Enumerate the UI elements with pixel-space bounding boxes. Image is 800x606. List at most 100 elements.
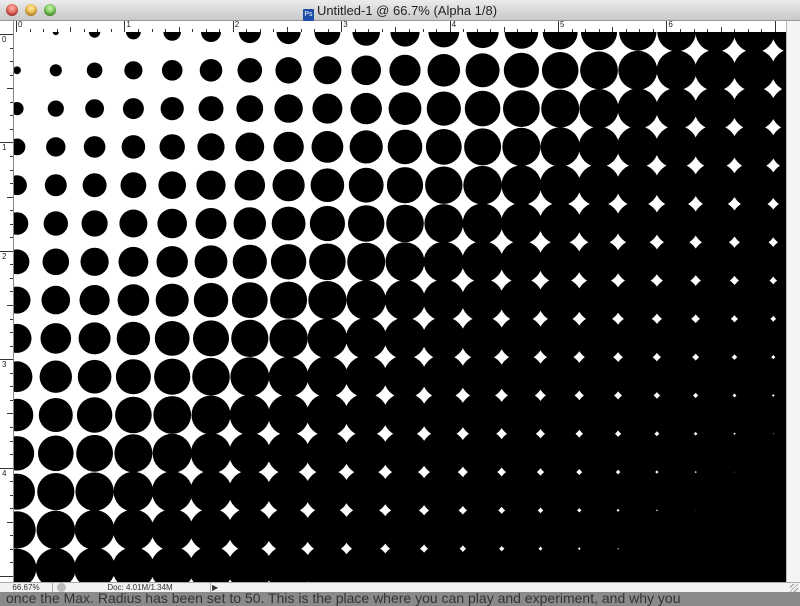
halftone-dot <box>232 282 268 318</box>
ruler-tick <box>7 88 13 89</box>
halftone-dot <box>577 202 620 245</box>
halftone-dot <box>655 163 699 207</box>
halftone-dot <box>14 139 25 156</box>
halftone-dot <box>273 169 305 201</box>
background-page-text: once the Max. Radius has been set to 50.… <box>6 590 680 606</box>
ruler-tick <box>10 454 13 455</box>
vertical-scrollbar[interactable] <box>786 21 800 582</box>
halftone-dot <box>43 249 70 276</box>
halftone-dot <box>228 508 272 552</box>
halftone-dot <box>151 547 194 583</box>
halftone-dot <box>234 207 266 239</box>
halftone-dot <box>14 361 32 392</box>
halftone-dot <box>239 32 261 43</box>
halftone-dot <box>156 284 189 317</box>
halftone-dot <box>618 51 657 90</box>
halftone-dot <box>347 280 386 319</box>
halftone-dot <box>541 90 579 128</box>
halftone-dot <box>75 510 115 550</box>
ruler-tick <box>450 21 451 32</box>
window-title-text: Untitled-1 @ 66.7% (Alpha 1/8) <box>317 3 497 18</box>
ruler-tick <box>341 21 342 32</box>
halftone-dot <box>196 208 227 239</box>
image-canvas[interactable] <box>14 32 786 582</box>
resize-grip-icon[interactable] <box>790 584 798 592</box>
halftone-dot <box>580 51 618 89</box>
halftone-dot <box>74 548 115 582</box>
halftone-dot <box>157 246 188 277</box>
ruler-tick <box>10 441 13 442</box>
halftone-dot <box>541 127 580 166</box>
halftone-dot <box>313 56 341 84</box>
halftone-dot <box>424 204 463 243</box>
halftone-dot <box>124 61 142 79</box>
halftone-dot <box>656 88 697 129</box>
halftone-dot <box>14 175 27 195</box>
halftone-dot <box>269 319 307 357</box>
halftone-dot <box>14 511 36 548</box>
halftone-dot <box>542 52 579 89</box>
ruler-tick <box>10 61 13 62</box>
halftone-dot <box>461 316 505 360</box>
ruler-tick <box>10 48 13 49</box>
ruler-tick <box>10 386 13 387</box>
halftone-dot <box>539 202 581 244</box>
halftone-dot <box>14 436 34 470</box>
halftone-dot <box>277 32 301 44</box>
halftone-dot <box>467 32 499 48</box>
ruler-tick <box>666 21 667 32</box>
ruler-tick <box>10 549 13 550</box>
halftone-dot <box>272 207 306 241</box>
halftone-dot <box>616 201 660 245</box>
ruler-tick <box>10 237 13 238</box>
halftone-dot <box>466 53 500 87</box>
halftone-dot <box>772 32 786 53</box>
halftone-dot <box>190 471 232 513</box>
title-bar[interactable]: PsUntitled-1 @ 66.7% (Alpha 1/8) <box>0 0 800 21</box>
halftone-dot <box>45 174 67 196</box>
halftone-dot <box>199 96 224 121</box>
halftone-dot <box>83 173 107 197</box>
halftone-dot <box>307 356 348 397</box>
halftone-dot <box>227 546 272 583</box>
halftone-dot <box>238 58 263 83</box>
halftone-dot <box>80 285 110 315</box>
halftone-dot <box>267 432 310 475</box>
vertical-ruler[interactable]: 01234 <box>0 32 14 582</box>
halftone-dot <box>348 205 384 241</box>
halftone-dot <box>194 283 228 317</box>
halftone-dot <box>196 171 225 200</box>
halftone-dot <box>505 32 539 49</box>
ruler-tick <box>10 129 13 130</box>
halftone-dot <box>309 244 346 281</box>
halftone-dot <box>770 124 786 170</box>
halftone-dot <box>389 92 422 125</box>
ruler-tick <box>10 535 13 536</box>
halftone-dot <box>386 205 424 243</box>
halftone-dot <box>200 59 223 82</box>
halftone-dot <box>578 164 620 206</box>
halftone-dot <box>119 210 147 238</box>
halftone-dot <box>617 126 659 168</box>
halftone-dot <box>116 359 151 394</box>
halftone-dot <box>85 99 104 118</box>
halftone-dot <box>543 32 578 50</box>
halftone-dot <box>465 91 501 127</box>
ruler-tick <box>10 156 13 157</box>
halftone-dot <box>195 245 228 278</box>
halftone-dot <box>37 511 76 550</box>
ruler-tick <box>10 183 13 184</box>
halftone-dot <box>235 133 264 162</box>
halftone-dot <box>540 165 581 206</box>
halftone-dot <box>464 128 501 165</box>
halftone-dot <box>616 164 659 207</box>
halftone-dot <box>155 321 190 356</box>
ruler-tick <box>0 576 13 577</box>
ruler-label: 0 <box>2 35 6 44</box>
ruler-label: 6 <box>668 21 672 29</box>
halftone-dot <box>75 472 113 510</box>
halftone-dot <box>694 125 738 169</box>
ruler-label: 1 <box>126 21 130 29</box>
halftone-dot <box>346 318 387 359</box>
halftone-dot <box>501 203 542 244</box>
